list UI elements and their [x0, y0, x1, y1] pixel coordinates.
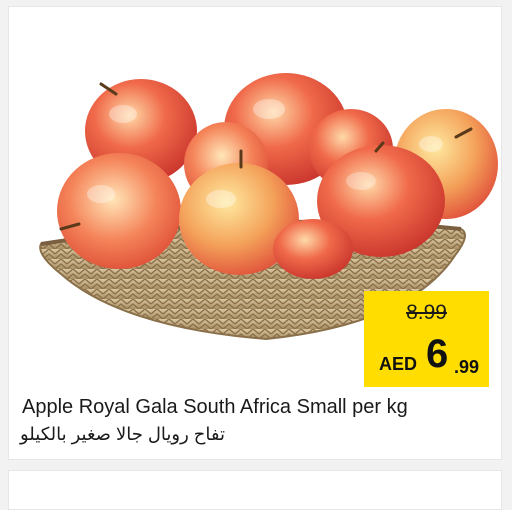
currency-label: AED — [379, 354, 418, 374]
product-title-en[interactable]: Apple Royal Gala South Africa Small per … — [22, 396, 502, 419]
old-price: 8.99 — [406, 301, 447, 324]
next-product-card[interactable] — [8, 470, 502, 510]
product-title-ar: تفاح رويال جالا صغير بالكيلو — [20, 424, 225, 444]
product-card[interactable] — [8, 6, 502, 460]
price-tag: 8.99 AED 6 .99 — [364, 291, 489, 387]
price-integer: 6 — [426, 332, 449, 376]
price-decimal: .99 — [454, 357, 480, 377]
